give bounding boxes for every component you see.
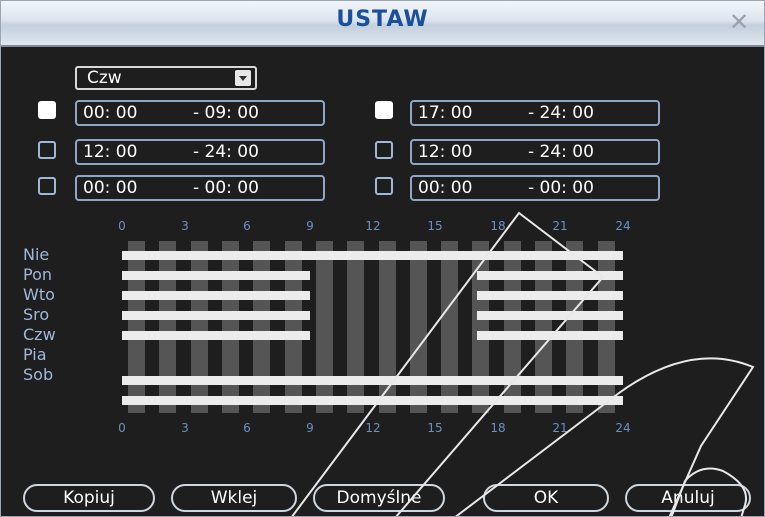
hour-label: 0 — [118, 219, 126, 233]
grid-column — [379, 241, 396, 413]
period-6-start: 00: 00 — [418, 178, 473, 198]
period-3-start: 12: 00 — [83, 142, 138, 162]
schedule-bar-pon — [477, 271, 623, 280]
grid-column — [472, 241, 489, 413]
period-6-end: - 00: 00 — [528, 178, 594, 198]
copy-button[interactable]: Kopiuj — [23, 484, 155, 512]
schedule-bar-pia — [122, 376, 623, 385]
period-5-end: - 00: 00 — [193, 178, 259, 198]
hour-label: 21 — [552, 421, 568, 435]
period-6-checkbox[interactable] — [375, 177, 393, 195]
dialog-title: USTAW — [336, 7, 429, 32]
period-1-end: - 09: 00 — [193, 103, 259, 123]
chevron-down-icon[interactable] — [235, 70, 251, 86]
period-2-time-field[interactable]: 17: 00 - 24: 00 — [410, 100, 660, 126]
day-label-pon: Pon — [23, 265, 53, 284]
grid-column — [222, 241, 239, 413]
grid-column — [598, 241, 615, 413]
hour-label: 6 — [243, 421, 251, 435]
period-3-checkbox[interactable] — [38, 141, 56, 159]
ok-button[interactable]: OK — [483, 484, 609, 512]
hour-label: 15 — [427, 421, 443, 435]
hour-label: 18 — [490, 421, 506, 435]
period-4-time-field[interactable]: 12: 00 - 24: 00 — [410, 139, 660, 165]
schedule-bar-pon — [122, 271, 310, 280]
schedule-bar-nie — [122, 251, 623, 260]
grid-column — [504, 241, 521, 413]
grid-column — [191, 241, 208, 413]
hour-label: 3 — [181, 219, 189, 233]
period-3-end: - 24: 00 — [193, 142, 259, 162]
default-button[interactable]: Domyślne — [313, 484, 445, 512]
hour-label: 6 — [243, 219, 251, 233]
schedule-bar-czw — [122, 331, 310, 340]
period-2-start: 17: 00 — [418, 103, 473, 123]
grid-column — [535, 241, 552, 413]
schedule-bar-sro — [477, 311, 623, 320]
day-label-nie: Nie — [23, 245, 50, 264]
period-1-checkbox[interactable] — [38, 101, 56, 119]
period-5-time-field[interactable]: 00: 00 - 00: 00 — [75, 175, 325, 201]
hour-label: 12 — [365, 219, 381, 233]
period-3-time-field[interactable]: 12: 00 - 24: 00 — [75, 139, 325, 165]
title-bar: USTAW ✕ — [1, 1, 764, 47]
grid-column — [316, 241, 333, 413]
paste-button[interactable]: Wklej — [171, 484, 297, 512]
schedule-grid[interactable] — [122, 241, 623, 413]
close-icon[interactable]: ✕ — [726, 9, 752, 35]
grid-column — [410, 241, 427, 413]
hour-label: 24 — [615, 219, 631, 233]
period-4-start: 12: 00 — [418, 142, 473, 162]
period-2-checkbox[interactable] — [375, 101, 393, 119]
schedule-bar-czw — [477, 331, 623, 340]
hour-label: 12 — [365, 421, 381, 435]
hour-label: 3 — [181, 421, 189, 435]
period-5-checkbox[interactable] — [38, 177, 56, 195]
schedule-bar-sro — [122, 311, 310, 320]
day-label-sro: Sro — [23, 305, 50, 324]
grid-column — [128, 241, 145, 413]
hour-label: 9 — [306, 219, 314, 233]
schedule-bar-sob — [122, 396, 623, 405]
hour-label: 15 — [427, 219, 443, 233]
period-4-checkbox[interactable] — [375, 141, 393, 159]
schedule-dialog: USTAW ✕ Czw 00: 00 - 09: 00 17: 00 - 24:… — [0, 0, 765, 517]
schedule-bar-wto — [122, 291, 310, 300]
grid-column — [285, 241, 302, 413]
grid-column — [566, 241, 583, 413]
period-6-time-field[interactable]: 00: 00 - 00: 00 — [410, 175, 660, 201]
hour-label: 18 — [490, 219, 506, 233]
hour-label: 0 — [118, 421, 126, 435]
grid-column — [347, 241, 364, 413]
period-5-start: 00: 00 — [83, 178, 138, 198]
day-select-value: Czw — [87, 68, 122, 88]
grid-column — [441, 241, 458, 413]
day-label-wto: Wto — [23, 285, 55, 304]
period-1-start: 00: 00 — [83, 103, 138, 123]
period-1-time-field[interactable]: 00: 00 - 09: 00 — [75, 100, 325, 126]
day-label-sob: Sob — [23, 365, 54, 384]
hour-label: 21 — [552, 219, 568, 233]
schedule-bar-wto — [477, 291, 623, 300]
grid-column — [159, 241, 176, 413]
grid-column — [253, 241, 270, 413]
hour-label: 24 — [615, 421, 631, 435]
period-4-end: - 24: 00 — [528, 142, 594, 162]
day-label-czw: Czw — [23, 325, 56, 344]
cancel-button[interactable]: Anuluj — [625, 484, 751, 512]
day-label-pia: Pia — [23, 345, 47, 364]
day-select[interactable]: Czw — [75, 66, 257, 90]
period-2-end: - 24: 00 — [528, 103, 594, 123]
hour-label: 9 — [306, 421, 314, 435]
